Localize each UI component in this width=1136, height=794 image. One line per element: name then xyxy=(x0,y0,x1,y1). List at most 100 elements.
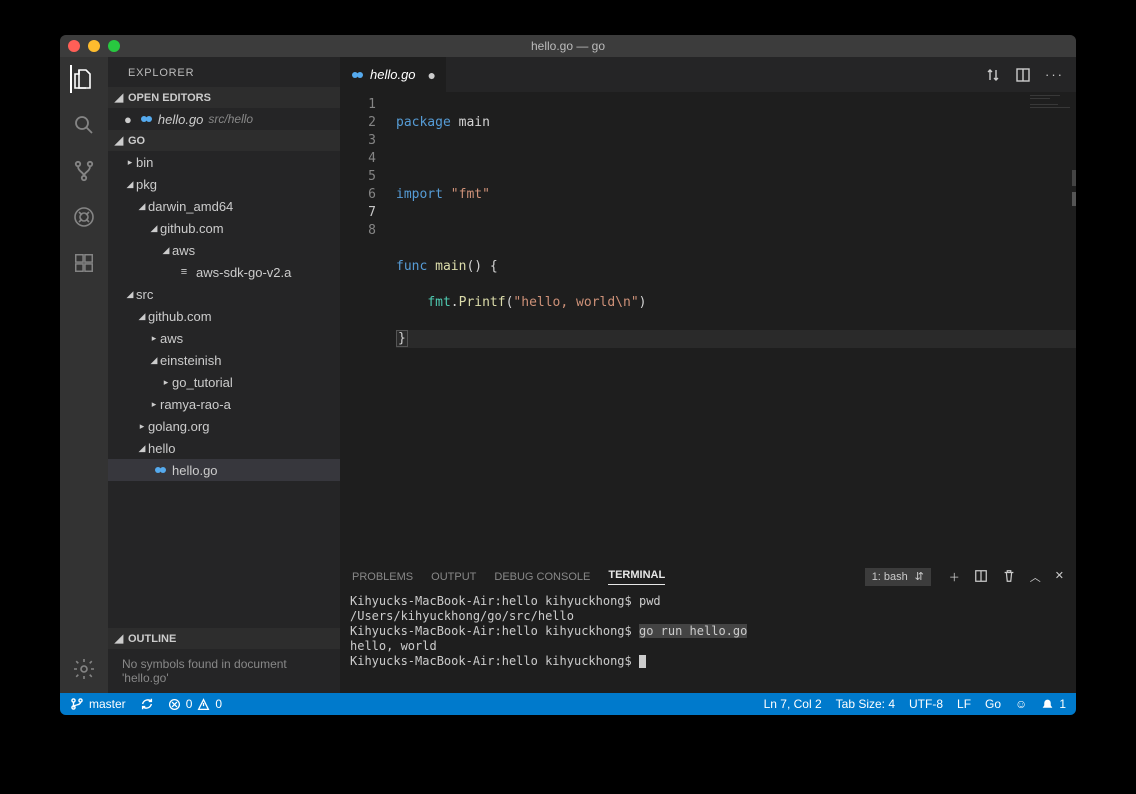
file-icon: ≡ xyxy=(176,264,192,280)
file-tree: ▸bin ◢pkg ◢darwin_amd64 ◢github.com ◢aws… xyxy=(108,151,340,628)
split-editor-icon[interactable] xyxy=(1015,67,1031,83)
window-controls xyxy=(68,40,120,52)
extensions-icon[interactable] xyxy=(70,249,98,277)
open-editors-header[interactable]: ◢ OPEN EDITORS xyxy=(108,87,340,108)
open-editor-path: src/hello xyxy=(208,112,253,126)
tab-terminal[interactable]: TERMINAL xyxy=(608,569,665,585)
problems-status[interactable]: 0 0 xyxy=(168,697,222,711)
tab-output[interactable]: OUTPUT xyxy=(431,571,476,583)
explorer-sidebar: EXPLORER ◢ OPEN EDITORS ● hello.go src/h… xyxy=(108,57,340,693)
new-terminal-icon[interactable]: ＋ xyxy=(949,569,960,585)
tab-label: hello.go xyxy=(370,67,416,82)
tab-problems[interactable]: PROBLEMS xyxy=(352,571,413,583)
chevron-right-icon: ▸ xyxy=(160,377,172,388)
open-editor-item[interactable]: ● hello.go src/hello xyxy=(108,108,340,130)
bottom-panel: PROBLEMS OUTPUT DEBUG CONSOLE TERMINAL 1… xyxy=(340,561,1076,693)
git-branch-status[interactable]: master xyxy=(70,697,126,711)
chevron-right-icon: ▸ xyxy=(148,333,160,344)
line-number-gutter: 12345678 xyxy=(340,92,388,561)
workspace-header[interactable]: ◢ GO xyxy=(108,130,340,151)
chevron-down-icon: ◢ xyxy=(114,632,124,645)
tab-hello-go[interactable]: hello.go ● xyxy=(340,57,447,92)
chevron-down-icon: ◢ xyxy=(114,91,124,104)
open-editors-label: OPEN EDITORS xyxy=(128,92,211,104)
tree-folder-bin[interactable]: ▸bin xyxy=(108,151,340,173)
tab-debug-console[interactable]: DEBUG CONSOLE xyxy=(494,571,590,583)
chevron-down-icon: ◢ xyxy=(148,223,160,234)
terminal-cursor xyxy=(639,655,646,668)
chevron-down-icon: ◢ xyxy=(136,311,148,322)
cursor-position-status[interactable]: Ln 7, Col 2 xyxy=(764,697,822,711)
tree-folder-hello[interactable]: ◢hello xyxy=(108,437,340,459)
chevron-down-icon: ◢ xyxy=(136,443,148,454)
tree-folder-src[interactable]: ◢src xyxy=(108,283,340,305)
close-window-button[interactable] xyxy=(68,40,80,52)
chevron-right-icon: ▸ xyxy=(148,399,160,410)
sidebar-title: EXPLORER xyxy=(108,57,340,87)
close-panel-icon[interactable]: ✕ xyxy=(1055,569,1064,585)
sync-status[interactable] xyxy=(140,697,154,711)
tree-folder[interactable]: ▸golang.org xyxy=(108,415,340,437)
panel-tabs: PROBLEMS OUTPUT DEBUG CONSOLE TERMINAL 1… xyxy=(340,562,1076,592)
dirty-indicator-icon: ● xyxy=(124,112,132,127)
chevron-down-icon: ◢ xyxy=(136,201,148,212)
open-editors-list: ● hello.go src/hello xyxy=(108,108,340,130)
tree-folder[interactable]: ◢darwin_amd64 xyxy=(108,195,340,217)
outline-label: OUTLINE xyxy=(128,633,176,645)
split-terminal-icon[interactable] xyxy=(974,569,988,585)
settings-gear-icon[interactable] xyxy=(70,655,98,683)
tree-folder[interactable]: ◢einsteinish xyxy=(108,349,340,371)
code-content[interactable]: package main import "fmt" func main() { … xyxy=(388,92,1076,561)
code-editor[interactable]: 12345678 package main import "fmt" func … xyxy=(340,92,1076,561)
tree-folder[interactable]: ▸aws xyxy=(108,327,340,349)
encoding-status[interactable]: UTF-8 xyxy=(909,697,943,711)
search-icon[interactable] xyxy=(70,111,98,139)
maximize-window-button[interactable] xyxy=(108,40,120,52)
indentation-status[interactable]: Tab Size: 4 xyxy=(836,697,895,711)
tree-file-hello-go[interactable]: hello.go xyxy=(108,459,340,481)
dirty-close-icon[interactable]: ● xyxy=(428,67,436,83)
more-actions-icon[interactable]: ··· xyxy=(1045,67,1064,82)
titlebar: hello.go — go xyxy=(60,35,1076,57)
chevron-down-icon: ◢ xyxy=(148,355,160,366)
tree-file[interactable]: ≡aws-sdk-go-v2.a xyxy=(108,261,340,283)
overview-ruler[interactable] xyxy=(1062,92,1076,561)
go-file-icon xyxy=(350,68,364,82)
activity-bar xyxy=(60,57,108,693)
notifications-status[interactable]: 1 xyxy=(1041,697,1066,711)
feedback-icon[interactable]: ☺ xyxy=(1015,697,1027,711)
outline-header[interactable]: ◢ OUTLINE xyxy=(108,628,340,649)
editor-actions: ··· xyxy=(973,57,1076,92)
terminal-content[interactable]: Kihyucks-MacBook-Air:hello kihyuckhong$ … xyxy=(340,592,1076,693)
compare-changes-icon[interactable] xyxy=(985,67,1001,83)
tree-folder[interactable]: ◢aws xyxy=(108,239,340,261)
tree-folder[interactable]: ◢github.com xyxy=(108,305,340,327)
explorer-icon[interactable] xyxy=(70,65,98,93)
language-mode-status[interactable]: Go xyxy=(985,697,1001,711)
tree-folder-pkg[interactable]: ◢pkg xyxy=(108,173,340,195)
chevron-down-icon: ◢ xyxy=(114,134,124,147)
source-control-icon[interactable] xyxy=(70,157,98,185)
maximize-panel-icon[interactable]: ︿ xyxy=(1030,569,1041,585)
workspace-label: GO xyxy=(128,135,145,147)
kill-terminal-icon[interactable] xyxy=(1002,569,1016,585)
go-file-icon xyxy=(152,462,168,478)
chevron-down-icon: ◢ xyxy=(124,289,136,300)
window-title: hello.go — go xyxy=(531,39,605,53)
go-file-icon xyxy=(138,111,154,127)
debug-icon[interactable] xyxy=(70,203,98,231)
tree-folder[interactable]: ▸ramya-rao-a xyxy=(108,393,340,415)
tree-folder[interactable]: ▸go_tutorial xyxy=(108,371,340,393)
editor-group: hello.go ● ··· 12345678 package main imp… xyxy=(340,57,1076,693)
tree-folder[interactable]: ◢github.com xyxy=(108,217,340,239)
editor-tabs: hello.go ● ··· xyxy=(340,57,1076,92)
open-editor-name: hello.go xyxy=(158,112,204,127)
chevron-right-icon: ▸ xyxy=(136,421,148,432)
chevron-down-icon: ◢ xyxy=(124,179,136,190)
eol-status[interactable]: LF xyxy=(957,697,971,711)
minimize-window-button[interactable] xyxy=(88,40,100,52)
chevron-down-icon: ◢ xyxy=(160,245,172,256)
status-bar: master 0 0 Ln 7, Col 2 Tab Size: 4 UTF-8… xyxy=(60,693,1076,715)
chevron-right-icon: ▸ xyxy=(124,157,136,168)
terminal-selector[interactable]: 1: bash⇵ xyxy=(865,568,931,586)
